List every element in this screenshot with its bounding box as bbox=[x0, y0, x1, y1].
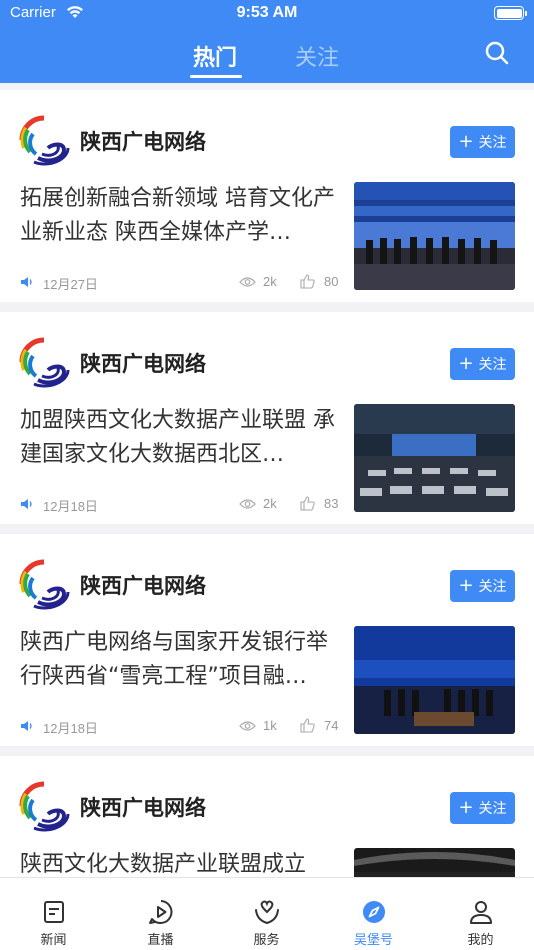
follow-label: 关注 bbox=[478, 357, 507, 373]
tabbar-item-me[interactable]: 我的 bbox=[427, 878, 534, 950]
view-count: 1k bbox=[263, 718, 277, 733]
news-feed[interactable]: 陕西广电网络 +关注 拓展创新融合新领域 培育文化产业新业态 陕西全媒体产学… bbox=[0, 83, 534, 877]
thumbs-up-icon[interactable] bbox=[300, 274, 315, 289]
tabbar-label: 我的 bbox=[467, 933, 494, 948]
tabbar-label: 吴堡号 bbox=[353, 933, 393, 948]
article-title[interactable]: 拓展创新融合新领域 培育文化产业新业态 陕西全媒体产学… bbox=[20, 182, 338, 250]
tabbar-label: 服务 bbox=[253, 933, 280, 948]
battery-icon bbox=[494, 6, 527, 20]
channel-name[interactable]: 陕西广电网络 bbox=[80, 348, 206, 378]
follow-button[interactable]: + 关注 bbox=[450, 570, 515, 602]
compass-icon bbox=[363, 901, 385, 923]
view-count: 2k bbox=[263, 496, 277, 511]
eye-icon bbox=[239, 499, 256, 509]
live-play-icon bbox=[149, 900, 173, 924]
tabbar-label: 直播 bbox=[147, 933, 174, 948]
follow-label: 关注 bbox=[478, 801, 507, 817]
follow-label: 关注 bbox=[478, 579, 507, 595]
tabbar-label: 新闻 bbox=[40, 933, 67, 948]
feed-card[interactable]: 陕西广电网络 +关注 拓展创新融合新领域 培育文化产业新业态 陕西全媒体产学… bbox=[0, 90, 534, 302]
article-date: 12月18日 bbox=[43, 721, 98, 736]
channel-logo-icon bbox=[19, 559, 70, 610]
channel-logo-icon bbox=[19, 781, 70, 832]
tabbar-item-wubao[interactable]: 吴堡号 bbox=[320, 878, 427, 950]
like-count: 83 bbox=[324, 496, 339, 511]
tabbar-item-live[interactable]: 直播 bbox=[107, 878, 214, 950]
follow-button[interactable]: + 关注 bbox=[450, 126, 515, 158]
article-thumbnail[interactable] bbox=[354, 848, 515, 877]
follow-button[interactable]: + 关注 bbox=[450, 792, 515, 824]
tab-hot[interactable]: 热门 bbox=[193, 40, 237, 72]
search-icon[interactable] bbox=[484, 40, 510, 66]
news-icon bbox=[44, 901, 64, 923]
channel-name[interactable]: 陕西广电网络 bbox=[80, 126, 206, 156]
article-date: 12月18日 bbox=[43, 499, 98, 514]
top-tabs: 热门 关注 bbox=[0, 36, 534, 80]
tabbar-item-news[interactable]: 新闻 bbox=[0, 878, 107, 950]
follow-button[interactable]: + 关注 bbox=[450, 348, 515, 380]
article-thumbnail[interactable] bbox=[354, 182, 515, 290]
article-date: 12月27日 bbox=[43, 277, 98, 292]
channel-name[interactable]: 陕西广电网络 bbox=[80, 792, 206, 822]
article-meta: 12月27日 2k 80 bbox=[20, 272, 342, 292]
article-title[interactable]: 加盟陕西文化大数据产业联盟 承建国家文化大数据西北区… bbox=[20, 404, 338, 472]
speaker-icon[interactable] bbox=[20, 275, 34, 289]
channel-logo-icon bbox=[19, 337, 70, 388]
speaker-icon[interactable] bbox=[20, 719, 34, 733]
feed-card[interactable]: 陕西广电网络 +关注 加盟陕西文化大数据产业联盟 承建国家文化大数据西北区… bbox=[0, 312, 534, 524]
view-count: 2k bbox=[263, 274, 277, 289]
status-bar: Carrier 9:53 AM bbox=[0, 0, 534, 28]
article-meta: 12月18日 1k 74 bbox=[20, 716, 342, 736]
article-title[interactable]: 陕西文化大数据产业联盟成立 bbox=[20, 848, 338, 877]
thumbs-up-icon[interactable] bbox=[300, 718, 315, 733]
tabbar-item-service[interactable]: 服务 bbox=[213, 878, 320, 950]
speaker-icon[interactable] bbox=[20, 497, 34, 511]
like-count: 74 bbox=[324, 718, 339, 733]
feed-card[interactable]: 陕西广电网络 +关注 陕西广电网络与国家开发银行举行陕西省“雪亮工程”项目融… bbox=[0, 534, 534, 746]
article-thumbnail[interactable] bbox=[354, 626, 515, 734]
app-header: Carrier 9:53 AM 热门 关注 bbox=[0, 0, 534, 83]
article-title[interactable]: 陕西广电网络与国家开发银行举行陕西省“雪亮工程”项目融… bbox=[20, 626, 338, 694]
active-tab-indicator bbox=[190, 75, 242, 78]
service-heart-icon bbox=[255, 900, 279, 925]
article-thumbnail[interactable] bbox=[354, 404, 515, 512]
eye-icon bbox=[239, 277, 256, 287]
thumbs-up-icon[interactable] bbox=[300, 496, 315, 511]
status-time: 9:53 AM bbox=[236, 4, 298, 21]
bottom-tab-bar: 新闻 直播 服务 吴堡号 我的 bbox=[0, 877, 534, 950]
eye-icon bbox=[239, 721, 256, 731]
feed-card[interactable]: 陕西广电网络 + 关注 陕西文化大数据产业联盟成立 bbox=[0, 756, 534, 877]
like-count: 80 bbox=[324, 274, 339, 289]
article-meta: 12月18日 2k 83 bbox=[20, 494, 342, 514]
channel-logo-icon bbox=[19, 115, 70, 166]
follow-label: 关注 bbox=[478, 135, 507, 151]
profile-icon bbox=[470, 901, 492, 924]
channel-name[interactable]: 陕西广电网络 bbox=[80, 570, 206, 600]
tab-follow[interactable]: 关注 bbox=[295, 40, 339, 72]
